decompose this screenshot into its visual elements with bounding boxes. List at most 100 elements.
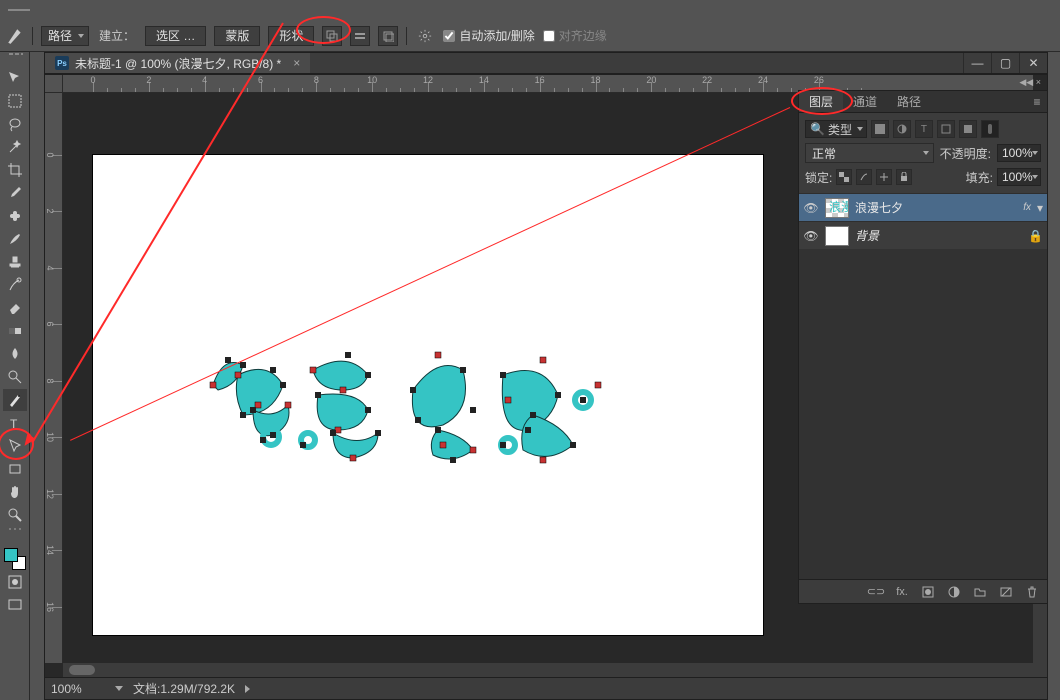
hamburger-icon[interactable] bbox=[8, 9, 30, 11]
ps-file-icon: Ps bbox=[55, 56, 69, 70]
path-arrange-icon[interactable] bbox=[378, 26, 398, 46]
align-edges-checkbox[interactable]: 对齐边缘 bbox=[543, 27, 607, 44]
tool-mode-dropdown[interactable]: 路径 bbox=[41, 26, 89, 46]
visibility-icon[interactable]: 👁 bbox=[803, 201, 819, 215]
delete-layer-icon[interactable] bbox=[1023, 583, 1041, 601]
align-edges-input[interactable] bbox=[543, 30, 555, 42]
dropdown-icon[interactable] bbox=[115, 686, 123, 691]
link-layers-icon[interactable]: ⊂⊃ bbox=[867, 583, 885, 601]
layer-name[interactable]: 浪漫七夕 bbox=[855, 199, 1017, 216]
visibility-icon[interactable]: 👁 bbox=[803, 229, 819, 243]
scroll-thumb[interactable] bbox=[69, 665, 95, 675]
layer-name[interactable]: 背景 bbox=[855, 227, 1022, 244]
path-align-icon[interactable] bbox=[350, 26, 370, 46]
artwork-paths[interactable] bbox=[203, 345, 643, 485]
tab-channels[interactable]: 通道 bbox=[843, 91, 887, 112]
rectangle-tool[interactable] bbox=[3, 458, 27, 480]
move-tool[interactable] bbox=[3, 67, 27, 89]
layer-item-background[interactable]: 👁 背景 🔒 bbox=[799, 221, 1047, 249]
filter-pixel-icon[interactable] bbox=[871, 120, 889, 138]
healing-brush-tool[interactable] bbox=[3, 205, 27, 227]
new-layer-icon[interactable] bbox=[997, 583, 1015, 601]
shape-button[interactable]: 形状 bbox=[268, 26, 314, 46]
eraser-tool[interactable] bbox=[3, 297, 27, 319]
maximize-button[interactable]: ▢ bbox=[991, 53, 1019, 73]
toolbox: T bbox=[0, 52, 30, 700]
document-tab[interactable]: Ps 未标题-1 @ 100% (浪漫七夕, RGB/8) * × bbox=[45, 53, 310, 73]
close-tab-icon[interactable]: × bbox=[293, 56, 300, 70]
eyedropper-tool[interactable] bbox=[3, 182, 27, 204]
close-button[interactable]: ✕ bbox=[1019, 53, 1047, 73]
mask-button[interactable]: 蒙版 bbox=[214, 26, 260, 46]
auto-add-remove-input[interactable] bbox=[443, 30, 455, 42]
zoom-level[interactable]: 100% bbox=[51, 682, 105, 696]
quick-mask-icon[interactable] bbox=[3, 571, 27, 593]
blur-tool[interactable] bbox=[3, 343, 27, 365]
lock-paint-icon[interactable] bbox=[856, 169, 872, 185]
filter-shape-icon[interactable] bbox=[937, 120, 955, 138]
selection-button[interactable]: 选区 … bbox=[145, 26, 206, 46]
layer-fx-icon[interactable]: fx. bbox=[893, 583, 911, 601]
marquee-tool[interactable] bbox=[3, 90, 27, 112]
blend-mode-dropdown[interactable]: 正常 bbox=[805, 143, 934, 163]
collapse-icon[interactable]: ◀◀ × bbox=[1019, 77, 1041, 88]
layer-mask-icon[interactable] bbox=[919, 583, 937, 601]
tab-paths[interactable]: 路径 bbox=[887, 91, 931, 112]
vertical-ruler[interactable]: 0246810121416 bbox=[45, 93, 63, 663]
path-combine-icon[interactable] bbox=[322, 26, 342, 46]
type-tool[interactable]: T bbox=[3, 412, 27, 434]
lasso-tool[interactable] bbox=[3, 113, 27, 135]
fill-value[interactable]: 100% bbox=[997, 168, 1041, 186]
align-edges-label: 对齐边缘 bbox=[559, 27, 607, 44]
screen-mode-icon[interactable] bbox=[3, 594, 27, 616]
lock-label: 锁定: bbox=[805, 169, 832, 186]
stamp-tool[interactable] bbox=[3, 251, 27, 273]
search-icon: 🔍 bbox=[810, 122, 825, 136]
minimize-button[interactable]: — bbox=[963, 53, 991, 73]
window-controls: — ▢ ✕ bbox=[963, 53, 1047, 73]
lock-transparent-icon[interactable] bbox=[836, 169, 852, 185]
dodge-tool[interactable] bbox=[3, 366, 27, 388]
filter-adjust-icon[interactable] bbox=[893, 120, 911, 138]
group-icon[interactable] bbox=[971, 583, 989, 601]
pen-tool[interactable] bbox=[3, 389, 27, 411]
layer-fx-badge[interactable]: fx bbox=[1023, 202, 1031, 213]
layer-thumbnail[interactable] bbox=[825, 226, 849, 246]
auto-add-remove-checkbox[interactable]: 自动添加/删除 bbox=[443, 27, 534, 44]
fill-label: 填充: bbox=[966, 169, 993, 186]
color-swatch[interactable] bbox=[4, 548, 26, 570]
expand-icon[interactable] bbox=[245, 685, 254, 693]
layer-item-text[interactable]: 👁 浪漫 浪漫七夕 fx ▾ bbox=[799, 193, 1047, 221]
filter-smart-icon[interactable] bbox=[959, 120, 977, 138]
canvas-page[interactable] bbox=[93, 155, 763, 635]
brush-tool[interactable] bbox=[3, 228, 27, 250]
lock-position-icon[interactable] bbox=[876, 169, 892, 185]
adjustment-layer-icon[interactable] bbox=[945, 583, 963, 601]
opacity-value[interactable]: 100% bbox=[997, 144, 1041, 162]
tab-layers[interactable]: 图层 bbox=[799, 91, 843, 112]
gradient-tool[interactable] bbox=[3, 320, 27, 342]
horizontal-scrollbar[interactable] bbox=[63, 663, 1033, 677]
path-selection-tool[interactable] bbox=[3, 435, 27, 457]
filter-toggle-icon[interactable] bbox=[981, 120, 999, 138]
layer-thumbnail[interactable]: 浪漫 bbox=[825, 198, 849, 218]
history-brush-tool[interactable] bbox=[3, 274, 27, 296]
gear-icon[interactable] bbox=[415, 26, 435, 46]
panel-menu-icon[interactable]: ≡ bbox=[1027, 91, 1047, 112]
magic-wand-tool[interactable] bbox=[3, 136, 27, 158]
lock-icon[interactable]: 🔒 bbox=[1028, 229, 1043, 243]
crop-tool[interactable] bbox=[3, 159, 27, 181]
ruler-corner bbox=[45, 75, 63, 93]
lock-all-icon[interactable] bbox=[896, 169, 912, 185]
layers-empty-area[interactable] bbox=[799, 249, 1047, 579]
pen-tool-icon bbox=[6, 27, 24, 45]
edit-toolbar-icon[interactable] bbox=[3, 527, 27, 541]
hand-tool[interactable] bbox=[3, 481, 27, 503]
panel-tabs: ◀◀ × 图层 通道 路径 ≡ bbox=[799, 91, 1047, 113]
layer-filter-row: 🔍 类型 T bbox=[805, 117, 1041, 141]
chevron-down-icon[interactable]: ▾ bbox=[1037, 201, 1043, 215]
filter-type-dropdown[interactable]: 🔍 类型 bbox=[805, 120, 867, 138]
zoom-tool[interactable] bbox=[3, 504, 27, 526]
filter-type-icon[interactable]: T bbox=[915, 120, 933, 138]
build-label: 建立： bbox=[97, 27, 137, 44]
